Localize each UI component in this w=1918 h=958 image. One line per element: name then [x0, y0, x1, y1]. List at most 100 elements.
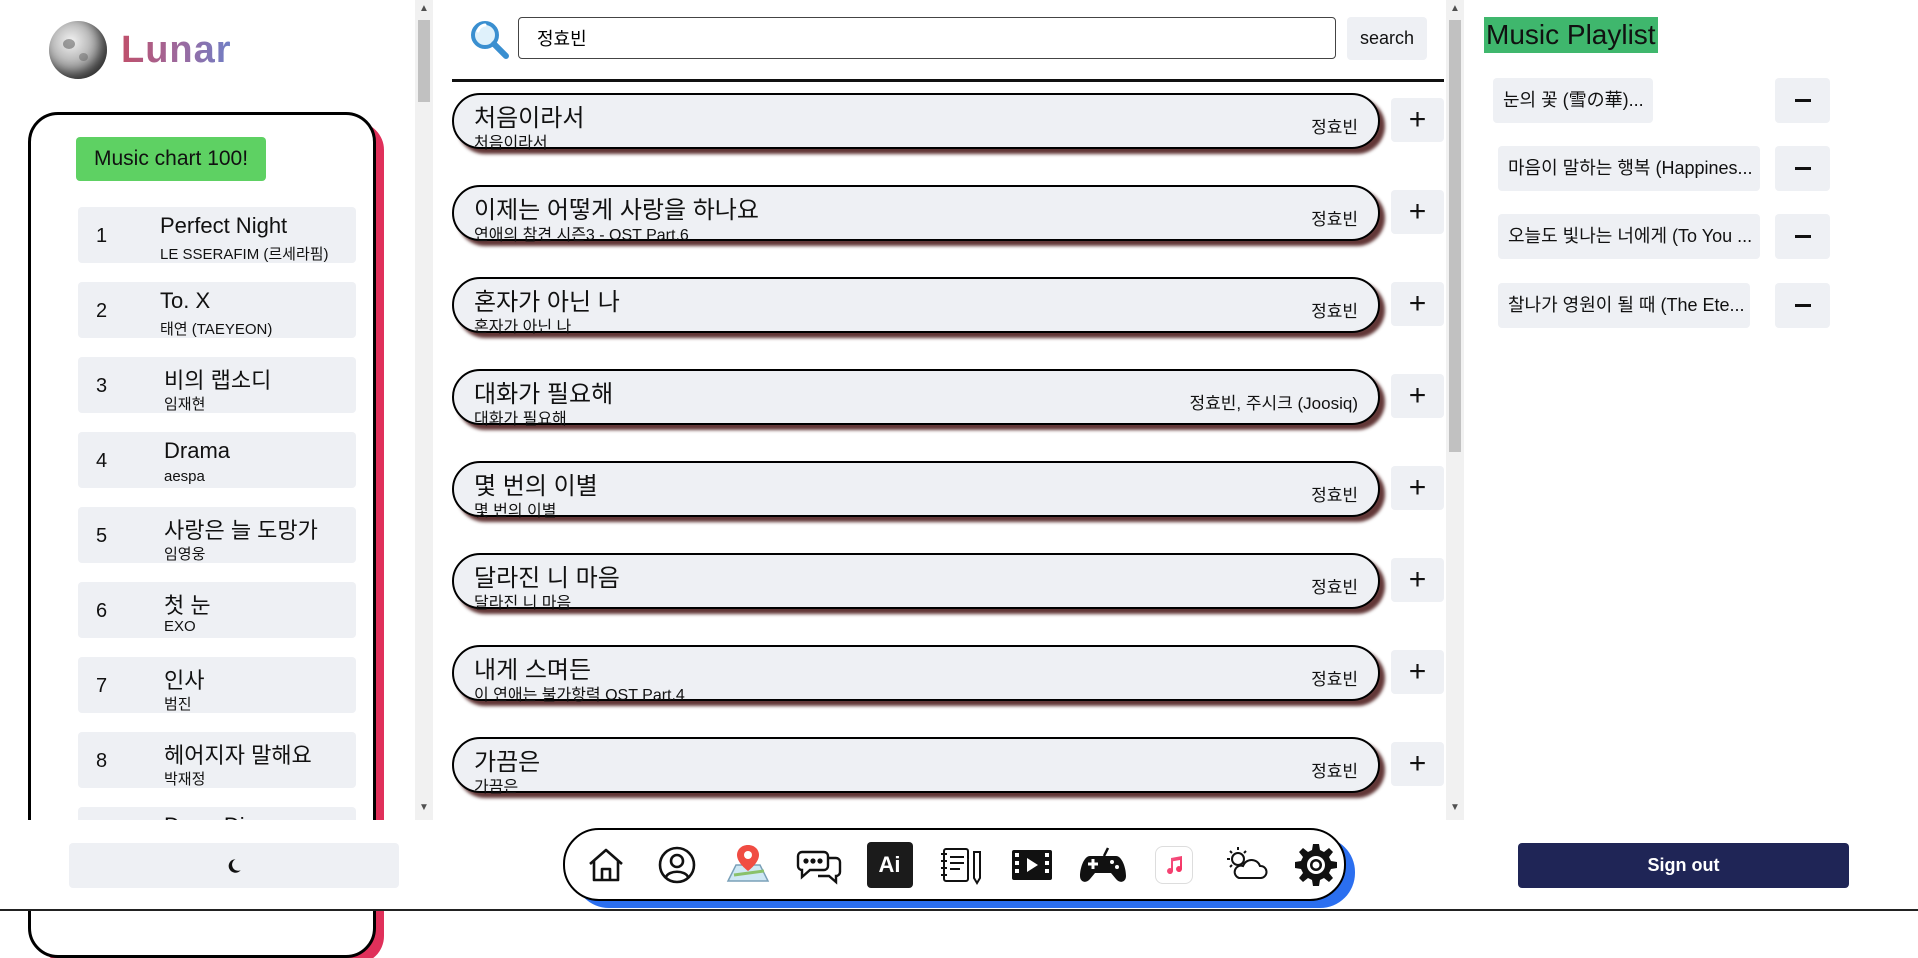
add-to-playlist-button[interactable]: + [1391, 650, 1444, 694]
add-to-playlist-button[interactable]: + [1391, 466, 1444, 510]
result-card[interactable]: 대화가 필요해 대화가 필요해 정효빈, 주시크 (Joosiq) [452, 369, 1380, 428]
chart-item[interactable]: 6 첫 눈 EXO [78, 582, 356, 638]
chart-artist: aespa [164, 468, 205, 485]
video-icon[interactable] [1003, 839, 1060, 891]
playlist-item[interactable]: 눈의 꽃 (雪の華)... [1493, 78, 1653, 123]
result-card[interactable]: 혼자가 아닌 나 혼자가 아닌 나 정효빈 [452, 277, 1380, 336]
result-title: 혼자가 아닌 나 [474, 289, 620, 316]
add-to-playlist-button[interactable]: + [1391, 98, 1444, 142]
profile-icon[interactable] [648, 839, 705, 891]
chart-rank: 5 [96, 525, 108, 547]
result-album: 달라진 니 마음 [474, 595, 572, 612]
result-artist: 정효빈 [1311, 118, 1358, 137]
ai-icon-label: Ai [866, 841, 913, 888]
music-icon[interactable] [1145, 839, 1202, 891]
result-album: 가끔은 [474, 779, 519, 796]
remove-from-playlist-button[interactable] [1775, 146, 1830, 191]
chart-song: 첫 눈 [164, 593, 211, 618]
result-title: 달라진 니 마음 [474, 565, 620, 592]
chart-item[interactable]: 5 사랑은 늘 도망가 임영웅 [78, 507, 356, 563]
remove-from-playlist-button[interactable] [1775, 283, 1830, 328]
result-card[interactable]: 이제는 어떻게 사랑을 하나요 연애의 참견 시즌3 - OST Part.6 … [452, 185, 1380, 244]
notes-icon[interactable] [932, 839, 989, 891]
results-scrollbar[interactable]: ▲ ▼ [1446, 0, 1464, 820]
search-icon [467, 17, 511, 66]
result-row: 처음이라서 처음이라서 정효빈 + [452, 93, 1447, 185]
result-artist: 정효빈 [1311, 578, 1358, 597]
result-card[interactable]: 내게 스며든 이 연애는 불가항력 OST Part.4 정효빈 [452, 645, 1380, 704]
result-row: 혼자가 아닌 나 혼자가 아닌 나 정효빈 + [452, 277, 1447, 369]
chart-item[interactable]: 1 Perfect Night LE SSERAFIM (르세라핌) [78, 207, 356, 263]
minus-icon [1794, 304, 1811, 307]
add-to-playlist-button[interactable]: + [1391, 374, 1444, 418]
chart-rank: 3 [96, 375, 108, 397]
playlist-item[interactable]: 마음이 말하는 행복 (Happines... [1498, 146, 1760, 191]
result-row: 내게 스며든 이 연애는 불가항력 OST Part.4 정효빈 + [452, 645, 1447, 737]
add-to-playlist-button[interactable]: + [1391, 282, 1444, 326]
home-icon[interactable] [577, 839, 634, 891]
result-title: 이제는 어떻게 사랑을 하나요 [474, 197, 759, 224]
result-card[interactable]: 처음이라서 처음이라서 정효빈 [452, 93, 1380, 152]
scrollbar-thumb[interactable] [418, 20, 430, 102]
dark-mode-toggle[interactable] [69, 843, 399, 888]
chart-item[interactable]: 2 To. X 태연 (TAEYEON) [78, 282, 356, 338]
minus-icon [1794, 167, 1811, 170]
result-album: 혼자가 아닌 나 [474, 319, 572, 336]
result-artist: 정효빈 [1311, 486, 1358, 505]
chart-item[interactable]: 3 비의 랩소디 임재현 [78, 357, 356, 413]
chart-list: 1 Perfect Night LE SSERAFIM (르세라핌) 2 To.… [78, 207, 356, 882]
add-to-playlist-button[interactable]: + [1391, 190, 1444, 234]
game-icon[interactable] [1074, 839, 1131, 891]
chart-rank: 4 [96, 450, 108, 472]
left-scrollbar[interactable]: ▲ ▼ [415, 0, 433, 820]
app-logo: Lunar [49, 21, 232, 79]
result-row: 이제는 어떻게 사랑을 하나요 연애의 참견 시즌3 - OST Part.6 … [452, 185, 1447, 277]
result-album: 몇 번의 이별 [474, 503, 557, 520]
search-input[interactable] [518, 17, 1336, 59]
add-to-playlist-button[interactable]: + [1391, 558, 1444, 602]
playlist-item[interactable]: 오늘도 빛나는 너에게 (To You ... [1498, 214, 1760, 259]
result-album: 연애의 참견 시즌3 - OST Part.6 [474, 227, 689, 244]
remove-from-playlist-button[interactable] [1775, 214, 1830, 259]
search-button[interactable]: search [1347, 17, 1427, 60]
chart-item[interactable]: 8 헤어지자 말해요 박재정 [78, 732, 356, 788]
map-icon[interactable] [719, 839, 776, 891]
result-title: 내게 스며든 [474, 657, 592, 684]
result-card[interactable]: 가끔은 가끔은 정효빈 [452, 737, 1380, 796]
moon-icon [228, 858, 241, 873]
app-dock: Ai [563, 828, 1346, 901]
chart-song: 헤어지자 말해요 [164, 743, 312, 768]
result-artist: 정효빈 [1311, 302, 1358, 321]
result-card[interactable]: 몇 번의 이별 몇 번의 이별 정효빈 [452, 461, 1380, 520]
chart-artist: LE SSERAFIM (르세라핌) [160, 246, 329, 263]
chart-artist: 태연 (TAEYEON) [160, 321, 273, 338]
result-card[interactable]: 달라진 니 마음 달라진 니 마음 정효빈 [452, 553, 1380, 612]
remove-from-playlist-button[interactable] [1775, 78, 1830, 123]
playlist-item[interactable]: 찰나가 영원이 될 때 (The Ete... [1498, 283, 1750, 328]
result-row: 몇 번의 이별 몇 번의 이별 정효빈 + [452, 461, 1447, 553]
divider [452, 79, 1444, 82]
scroll-up-arrow-icon[interactable]: ▲ [1450, 4, 1460, 14]
add-to-playlist-button[interactable]: + [1391, 742, 1444, 786]
settings-icon[interactable] [1287, 839, 1344, 891]
result-title: 대화가 필요해 [474, 381, 614, 408]
chart-item[interactable]: 4 Drama aespa [78, 432, 356, 488]
chart-title: Music chart 100! [76, 137, 267, 181]
weather-icon[interactable] [1216, 839, 1273, 891]
chart-artist: 박재정 [164, 771, 206, 788]
app-name: Lunar [121, 28, 232, 71]
sign-out-button[interactable]: Sign out [1518, 843, 1849, 888]
scrollbar-thumb[interactable] [1449, 20, 1461, 452]
chart-song: 사랑은 늘 도망가 [164, 518, 318, 543]
chart-song: Perfect Night [160, 213, 288, 238]
chart-song: Drama [164, 438, 231, 463]
chart-rank: 2 [96, 300, 108, 322]
scroll-up-arrow-icon[interactable]: ▲ [419, 4, 429, 14]
scroll-down-arrow-icon[interactable]: ▼ [1450, 803, 1460, 813]
ai-icon[interactable]: Ai [861, 839, 918, 891]
chat-icon[interactable] [790, 839, 847, 891]
chart-item[interactable]: 7 인사 범진 [78, 657, 356, 713]
scroll-down-arrow-icon[interactable]: ▼ [419, 803, 429, 813]
result-row: 가끔은 가끔은 정효빈 + [452, 737, 1447, 829]
result-title: 몇 번의 이별 [474, 473, 598, 500]
